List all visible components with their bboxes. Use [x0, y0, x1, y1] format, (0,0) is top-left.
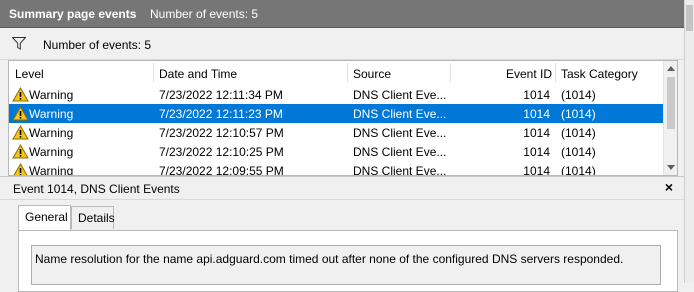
column-header-source[interactable]: Source — [353, 67, 391, 81]
cell-task-category: (1014) — [561, 145, 596, 159]
cell-event-id: 1014 — [523, 88, 550, 102]
event-description: Name resolution for the name api.adguard… — [35, 252, 624, 266]
scroll-down-arrow-icon[interactable] — [667, 165, 675, 170]
table-scrollbar-thumb[interactable] — [667, 77, 675, 129]
cell-task-category: (1014) — [561, 107, 596, 121]
cell-event-id: 1014 — [523, 126, 550, 140]
column-header-event-id[interactable]: Event ID — [506, 67, 552, 81]
table-row[interactable]: Warning 7/23/2022 12:10:57 PM DNS Client… — [9, 123, 663, 142]
column-divider[interactable] — [153, 63, 154, 82]
column-divider[interactable] — [450, 63, 451, 82]
filter-bar: Number of events: 5 — [0, 28, 684, 60]
table-row[interactable]: Warning 7/23/2022 12:09:55 PM DNS Client… — [9, 161, 663, 176]
cell-datetime: 7/23/2022 12:10:57 PM — [159, 126, 284, 140]
events-table: Level Date and Time Source Event ID Task… — [8, 60, 678, 176]
cell-source: DNS Client Eve... — [353, 107, 447, 121]
cell-task-category: (1014) — [561, 164, 596, 176]
cell-datetime: 7/23/2022 12:11:34 PM — [159, 88, 283, 102]
warning-icon — [12, 125, 29, 140]
warning-icon — [13, 163, 28, 175]
cell-level: Warning — [29, 164, 74, 176]
cell-event-id: 1014 — [523, 107, 550, 121]
warning-icon — [12, 144, 29, 159]
filter-icon[interactable] — [12, 37, 26, 50]
filter-event-count: Number of events: 5 — [43, 38, 152, 52]
cell-datetime: 7/23/2022 12:11:23 PM — [159, 107, 283, 121]
cell-datetime: 7/23/2022 12:09:55 PM — [159, 164, 284, 176]
table-row[interactable]: Warning 7/23/2022 12:11:34 PM DNS Client… — [9, 85, 663, 104]
page-scrollbar[interactable] — [684, 0, 694, 283]
warning-icon — [12, 106, 29, 121]
table-row[interactable]: Warning 7/23/2022 12:10:25 PM DNS Client… — [9, 142, 663, 161]
table-row-selected[interactable]: Warning 7/23/2022 12:11:23 PM DNS Client… — [9, 104, 663, 123]
table-scrollbar[interactable] — [663, 61, 677, 175]
cell-level: Warning — [29, 88, 74, 102]
tab-general[interactable]: General — [18, 205, 71, 230]
cell-source: DNS Client Eve... — [353, 88, 447, 102]
column-header-datetime[interactable]: Date and Time — [159, 67, 237, 81]
summary-header: Summary page events Number of events: 5 — [0, 0, 684, 28]
cell-level: Warning — [29, 107, 74, 121]
event-description-box[interactable]: Name resolution for the name api.adguard… — [31, 245, 661, 285]
scroll-up-arrow-icon[interactable] — [667, 66, 675, 71]
column-divider[interactable] — [347, 63, 348, 82]
cell-source: DNS Client Eve... — [353, 145, 447, 159]
cell-task-category: (1014) — [561, 126, 596, 140]
cell-level: Warning — [29, 145, 74, 159]
summary-event-count: Number of events: 5 — [150, 7, 259, 21]
page-scrollbar-thumb[interactable] — [686, 5, 693, 31]
cell-task-category: (1014) — [561, 88, 596, 102]
warning-icon — [12, 87, 29, 102]
cell-source: DNS Client Eve... — [353, 164, 447, 176]
cell-level: Warning — [29, 126, 74, 140]
table-header: Level Date and Time Source Event ID Task… — [9, 61, 663, 84]
close-icon[interactable]: × — [661, 179, 677, 195]
summary-title: Summary page events — [9, 7, 137, 21]
event-details-header: Event 1014, DNS Client Events × — [0, 176, 684, 200]
cell-event-id: 1014 — [523, 145, 550, 159]
event-details-title: Event 1014, DNS Client Events — [13, 182, 180, 196]
cell-datetime: 7/23/2022 12:10:25 PM — [159, 145, 284, 159]
cell-source: DNS Client Eve... — [353, 126, 447, 140]
column-header-level[interactable]: Level — [15, 67, 44, 81]
tab-details[interactable]: Details — [71, 206, 115, 229]
column-header-task-category[interactable]: Task Category — [561, 67, 638, 81]
column-divider[interactable] — [555, 63, 556, 82]
cell-event-id: 1014 — [523, 164, 550, 176]
